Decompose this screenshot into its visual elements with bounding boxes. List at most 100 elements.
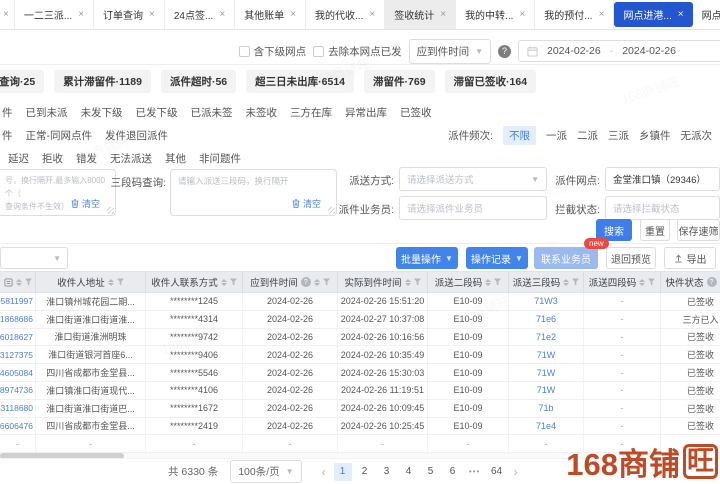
filter-icon[interactable] [648, 278, 655, 286]
status-filter-item[interactable]: 正常-同网点件 [26, 128, 93, 143]
exclude-current-site-checkbox[interactable] [313, 46, 324, 57]
sort-icon[interactable] [563, 279, 569, 286]
prev-page-button[interactable]: ‹ [322, 465, 326, 479]
tab-item[interactable]: 我的代收...× [306, 0, 385, 29]
waybill-link[interactable]: 63127375 [0, 346, 36, 363]
tab-close-icon[interactable]: × [519, 10, 525, 20]
status-filter-item[interactable]: 发件退回派件 [105, 128, 168, 143]
status-filter-item[interactable]: 件 [2, 105, 13, 120]
status-filter-item[interactable]: 未发下级 [81, 105, 123, 120]
status-filter-item[interactable]: 已签收 [400, 105, 432, 120]
table-row[interactable]: 06018627淮口街道淮洲明珠********97422024-02-2620… [0, 329, 720, 347]
tab-close-icon[interactable]: × [290, 10, 296, 20]
sort-icon[interactable] [314, 279, 320, 286]
bulk-select[interactable]: ▼ [0, 247, 68, 269]
status-filter-item[interactable]: 三方在库 [290, 105, 332, 120]
filter-icon[interactable] [414, 278, 421, 286]
intercept-status-select[interactable]: 请选择拦截状态 [605, 196, 720, 220]
freq-option[interactable]: 不限 [503, 126, 536, 145]
return-preview-button[interactable]: 退回预览 [606, 247, 656, 269]
waybill-input[interactable]: 号，换行隔开,最多输入8000个（ 查询条件不生效） 清空 [0, 169, 116, 216]
waybill-link[interactable]: 63118680 [0, 400, 36, 417]
resize-handle[interactable] [107, 207, 114, 214]
date-range-picker[interactable]: 2024-02-26 - 2024-02-26 [518, 40, 720, 62]
status-filter-item[interactable]: 已派未签 [191, 105, 233, 120]
courier-select[interactable]: 请选择派件业务员 [399, 196, 547, 220]
stat-badge[interactable]: 超三日未出库·6514 [246, 70, 354, 93]
freq-option[interactable]: 一派 [546, 128, 567, 143]
sort-icon[interactable] [221, 279, 227, 286]
filter-icon[interactable] [25, 278, 32, 286]
tab-close-icon[interactable]: × [369, 10, 375, 20]
page-size-select[interactable]: 100条/页 ▼ [230, 460, 301, 483]
table-row[interactable]: 76606476四川省成都市金堂县...********24192024-02-… [0, 418, 720, 436]
table-cell[interactable]: 71W [509, 364, 584, 381]
tab-close-icon[interactable]: × [78, 10, 84, 20]
column-header[interactable]: 应到件时间? [243, 272, 338, 292]
delivery-method-select[interactable]: 请选择派送方式 ▼ [399, 167, 547, 191]
status-filter-item[interactable]: 异常出库 [345, 105, 387, 120]
waybill-link[interactable]: 06018627 [0, 329, 36, 346]
waybill-link[interactable]: 04605084 [0, 364, 36, 381]
tab-close-icon[interactable]: × [149, 10, 155, 20]
table-row[interactable]: 38974736淮口镇淮口街道现代...********41062024-02-… [0, 382, 720, 400]
table-row[interactable]: 63118680淮口街道淮口街道巴...********16722024-02-… [0, 400, 720, 418]
column-header[interactable] [0, 272, 36, 292]
filter-icon[interactable] [117, 278, 124, 286]
stat-badge[interactable]: 派件超时·56 [161, 70, 236, 93]
table-cell[interactable]: 71W3 [509, 293, 584, 310]
include-sub-sites-option[interactable]: 含下级网点 [239, 44, 307, 59]
column-header[interactable]: 收件人地址 [36, 272, 146, 292]
page-number[interactable]: 2 [356, 463, 374, 481]
stat-badge[interactable]: 累计滞留件·1189 [54, 70, 151, 93]
table-row[interactable]: 71868686淮口街道淮口街道淮...********43142024-02-… [0, 311, 720, 329]
problem-filter-item[interactable]: 其他 [165, 151, 186, 166]
tab-item[interactable]: 其他账单× [235, 0, 306, 29]
page-number[interactable]: 3 [378, 463, 396, 481]
table-row[interactable]: 95811997淮口镇州城花园二期...********12452024-02-… [0, 293, 720, 311]
sort-icon[interactable] [485, 279, 491, 286]
table-row[interactable]: 04605084四川省成都市金堂县...********55462024-02-… [0, 364, 720, 382]
batch-actions-button[interactable]: 批量操作▼ [396, 247, 458, 269]
tab-close-icon[interactable]: × [219, 10, 225, 20]
table-cell[interactable]: 71e6 [509, 311, 584, 328]
page-number[interactable]: 6 [444, 463, 462, 481]
problem-filter-item[interactable]: 延迟 [8, 151, 29, 166]
tab-close-icon[interactable]: × [440, 10, 446, 20]
tab-item[interactable]: 网点出港...× [693, 0, 720, 29]
sort-icon[interactable] [16, 279, 22, 286]
freq-option[interactable]: 二派 [577, 128, 598, 143]
problem-filter-item[interactable]: 非问题件 [199, 151, 241, 166]
freq-option[interactable]: 三派 [608, 128, 629, 143]
tab-close-icon[interactable]: × [599, 10, 605, 20]
status-filter-item[interactable]: 已发下级 [136, 105, 178, 120]
column-header[interactable]: 收件人联系方式 [146, 272, 243, 292]
filter-icon[interactable] [494, 278, 501, 286]
contact-courier-button[interactable]: 联系业务员 [534, 247, 598, 269]
help-icon[interactable]: ? [498, 45, 511, 58]
column-header[interactable]: 派送四段码 [584, 272, 661, 292]
site-select[interactable]: 金堂淮口镇（29346） [605, 167, 720, 191]
filter-icon[interactable] [230, 278, 237, 286]
waybill-link[interactable]: 76606476 [0, 418, 36, 435]
stat-badge[interactable]: 滞留件·769 [364, 70, 435, 93]
tab-item[interactable]: 我的中转...× [456, 0, 535, 29]
table-cell[interactable]: 71W [509, 382, 584, 399]
stat-badge[interactable]: 滞留已签收·164 [445, 70, 537, 93]
reset-button[interactable]: 重置 [640, 219, 670, 241]
waybill-link[interactable]: 71868686 [0, 311, 36, 328]
table-cell[interactable]: 71e2 [509, 329, 584, 346]
column-header[interactable]: 实际到件时间 [338, 272, 428, 292]
problem-filter-item[interactable]: 拒收 [42, 151, 63, 166]
tab-item[interactable]: 签收统计× [385, 0, 456, 29]
filter-icon[interactable] [323, 278, 330, 286]
tab-item[interactable]: × [0, 0, 15, 29]
stat-badge[interactable]: 查询·25 [0, 70, 44, 93]
page-number[interactable]: 64 [488, 463, 506, 481]
sort-icon[interactable] [639, 279, 645, 286]
time-type-select[interactable]: 应到件时间 ▼ [409, 39, 491, 64]
status-filter-item[interactable]: 件 [2, 128, 13, 143]
page-number[interactable]: 5 [422, 463, 440, 481]
tab-close-icon[interactable]: × [678, 10, 684, 20]
status-filter-item[interactable]: 已到未派 [26, 105, 68, 120]
